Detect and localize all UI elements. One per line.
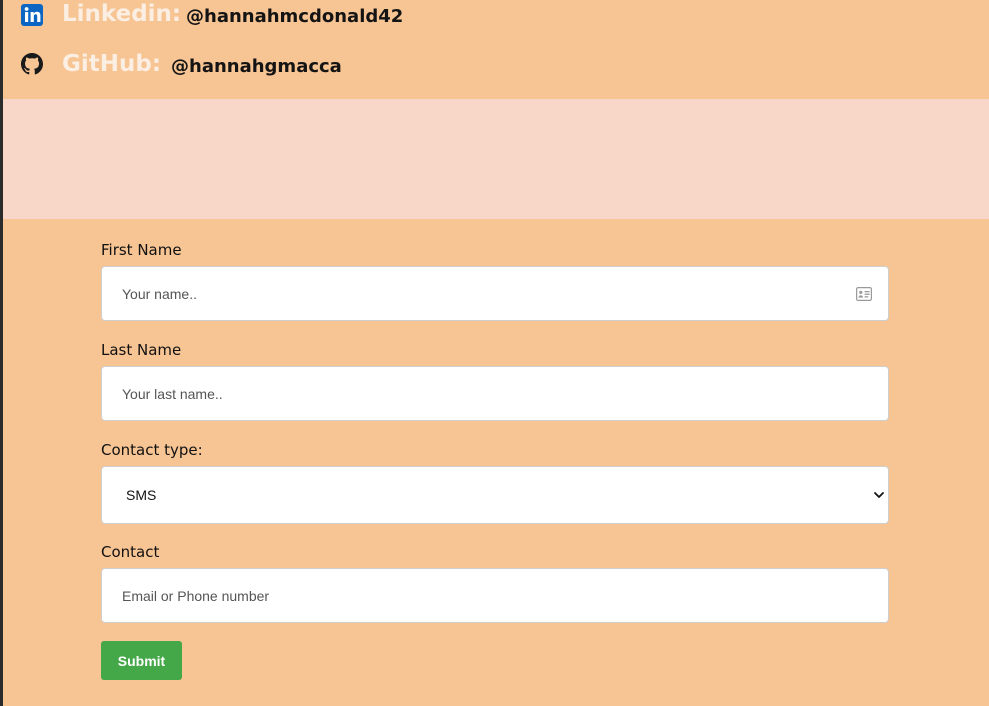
spacer-band xyxy=(3,99,989,219)
page: Linkedin: @hannahmcdonald42 GitHub: @han… xyxy=(3,0,989,706)
contact-type-label: Contact type: xyxy=(101,441,203,459)
github-handle[interactable]: @hannahgmacca xyxy=(171,56,342,77)
contact-type-select[interactable]: SMS xyxy=(101,466,889,524)
contact-card-icon[interactable] xyxy=(856,287,872,301)
submit-button[interactable]: Submit xyxy=(101,641,182,680)
last-name-input[interactable]: Your last name.. xyxy=(101,366,889,421)
first-name-input[interactable]: Your name.. xyxy=(101,266,889,321)
linkedin-icon[interactable] xyxy=(21,4,43,26)
last-name-placeholder: Your last name.. xyxy=(122,386,223,402)
first-name-label: First Name xyxy=(101,241,182,259)
social-links-section: Linkedin: @hannahmcdonald42 GitHub: @han… xyxy=(3,0,989,99)
contact-type-value: SMS xyxy=(126,487,157,503)
last-name-label: Last Name xyxy=(101,341,182,359)
first-name-placeholder: Your name.. xyxy=(122,286,197,302)
contact-input[interactable]: Email or Phone number xyxy=(101,568,889,623)
github-label: GitHub: xyxy=(62,51,162,77)
linkedin-handle[interactable]: @hannahmcdonald42 xyxy=(186,6,403,27)
contact-placeholder: Email or Phone number xyxy=(122,588,270,604)
contact-label: Contact xyxy=(101,543,160,561)
linkedin-label: Linkedin: xyxy=(62,1,182,27)
github-icon[interactable] xyxy=(21,53,43,75)
chevron-down-icon xyxy=(874,492,884,498)
